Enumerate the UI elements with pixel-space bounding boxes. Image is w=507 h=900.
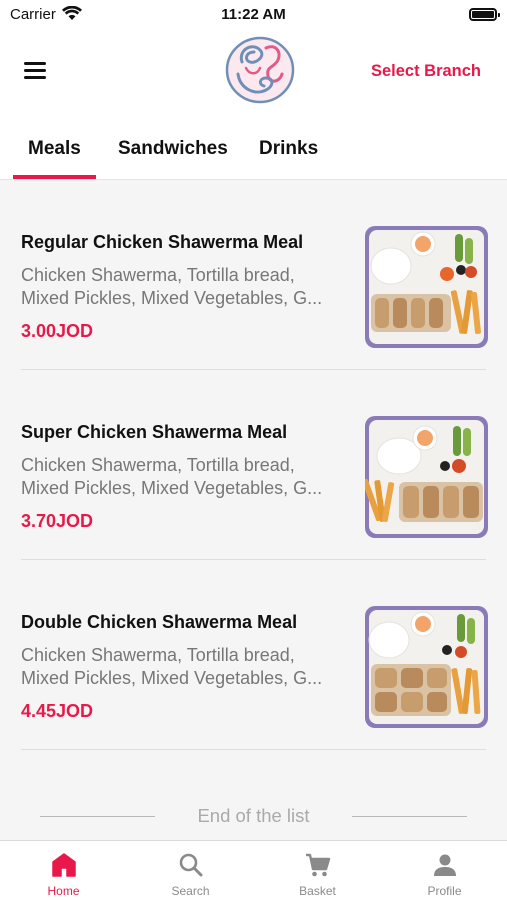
tabbar-home-label: Home xyxy=(47,884,80,898)
brand-logo xyxy=(225,36,295,104)
status-bar: Carrier 11:22 AM xyxy=(0,0,507,28)
cart-icon xyxy=(305,853,330,877)
search-icon xyxy=(179,853,202,877)
tabbar-search-label: Search xyxy=(171,884,210,898)
meal-image xyxy=(365,606,488,728)
tab-meals[interactable]: Meals xyxy=(28,138,81,160)
home-icon xyxy=(51,853,76,877)
meal-title: Super Chicken Shawerma Meal xyxy=(21,422,288,442)
meal-description: Chicken Shawerma, Tortilla bread, Mixed … xyxy=(21,645,323,688)
item-divider xyxy=(21,749,486,750)
meal-item[interactable]: Double Chicken Shawerma Meal Chicken Sha… xyxy=(0,560,507,750)
app-header: Select Branch xyxy=(0,28,507,116)
meal-image xyxy=(365,226,488,348)
end-divider-right xyxy=(352,816,467,817)
category-tabs: Meals Sandwiches Drinks xyxy=(0,116,507,180)
meal-title: Double Chicken Shawerma Meal xyxy=(21,612,298,632)
tab-sandwiches[interactable]: Sandwiches xyxy=(118,138,228,160)
tab-drinks[interactable]: Drinks xyxy=(259,138,318,160)
meal-price: 3.70JOD xyxy=(21,511,94,531)
meal-image xyxy=(365,416,488,538)
tabbar-profile[interactable]: Profile xyxy=(381,841,507,900)
status-time: 11:22 AM xyxy=(221,6,286,23)
tabbar-basket-label: Basket xyxy=(299,884,336,898)
meal-description: Chicken Shawerma, Tortilla bread, Mixed … xyxy=(21,265,323,308)
tabbar-home[interactable]: Home xyxy=(0,841,127,900)
meal-price: 4.45JOD xyxy=(21,701,94,721)
tabbar-search[interactable]: Search xyxy=(127,841,254,900)
active-tab-indicator xyxy=(13,175,96,179)
battery-icon xyxy=(469,8,500,21)
meal-price: 3.00JOD xyxy=(21,321,94,341)
meal-description: Chicken Shawerma, Tortilla bread, Mixed … xyxy=(21,455,323,498)
meal-item[interactable]: Regular Chicken Shawerma Meal Chicken Sh… xyxy=(0,180,507,370)
tabbar-basket[interactable]: Basket xyxy=(254,841,381,900)
menu-icon[interactable] xyxy=(24,62,46,80)
bottom-tab-bar: Home Search Basket Profile xyxy=(0,840,507,900)
meal-title: Regular Chicken Shawerma Meal xyxy=(21,232,304,252)
meal-item[interactable]: Super Chicken Shawerma Meal Chicken Shaw… xyxy=(0,370,507,560)
select-branch-button[interactable]: Select Branch xyxy=(371,62,481,81)
tabbar-profile-label: Profile xyxy=(427,884,462,898)
person-icon xyxy=(433,854,456,876)
end-of-list: End of the list xyxy=(0,803,507,829)
